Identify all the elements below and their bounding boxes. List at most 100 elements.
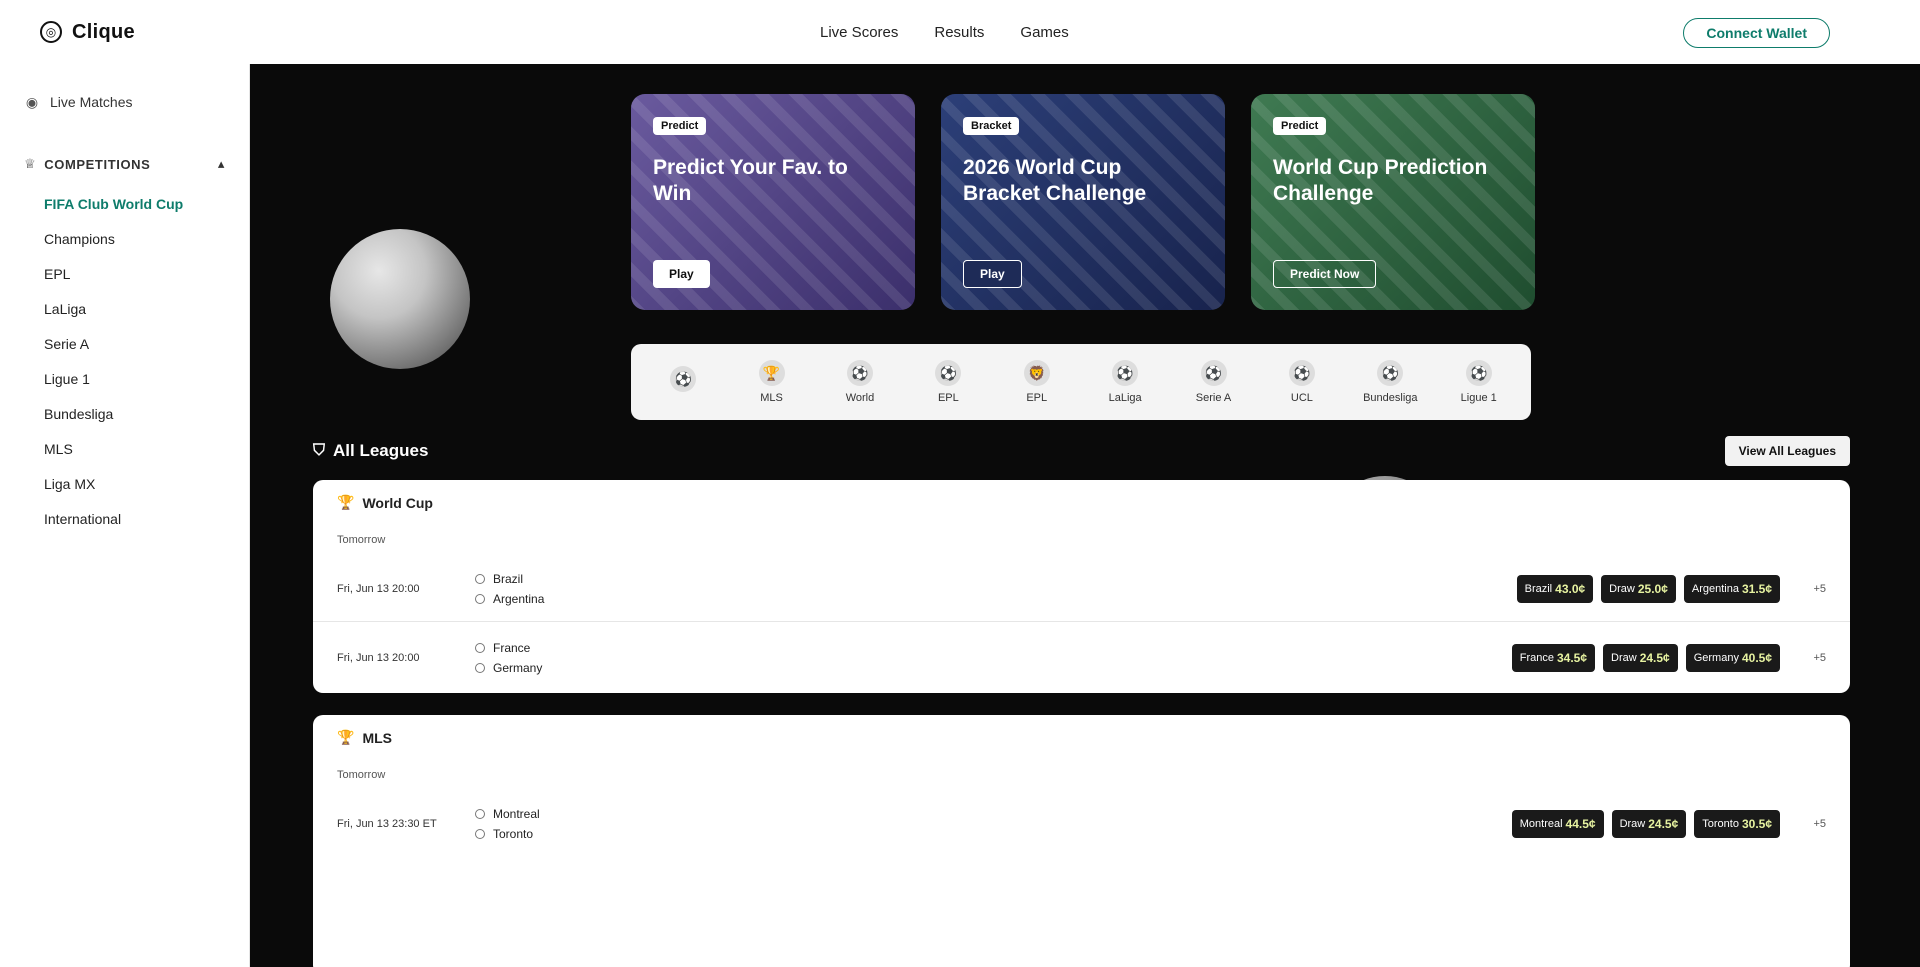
odds-button[interactable]: Germany 40.5¢	[1685, 643, 1780, 672]
trophy-icon: 🏆	[758, 360, 785, 386]
league-item[interactable]: ⚽ UCL	[1261, 360, 1343, 404]
connect-wallet-button[interactable]: Connect Wallet	[1683, 18, 1830, 48]
section-title: All Leagues	[333, 441, 429, 460]
league-label: UCL	[1290, 392, 1313, 404]
league-label: World	[845, 392, 875, 404]
card-title[interactable]: 🏆 World Cup	[337, 494, 433, 511]
team-row: Montreal	[475, 807, 540, 821]
sidebar-item-champions[interactable]: Champions	[24, 221, 225, 256]
odds-button[interactable]: Argentina 31.5¢	[1683, 575, 1780, 603]
team-row: Brazil	[475, 572, 544, 586]
odds-price: 24.5¢	[1639, 650, 1670, 665]
match-row[interactable]: Fri, Jun 13 23:30 ET Montreal Toronto Mo…	[313, 788, 1850, 860]
match-time: Fri, Jun 13 20:00	[337, 651, 420, 664]
odds-price: 44.5¢	[1565, 817, 1596, 831]
sidebar-item-ligue-1[interactable]: Ligue 1	[24, 361, 225, 396]
odds-button[interactable]: Draw 24.5¢	[1603, 643, 1678, 672]
league-card: 🏆 World Cup Tomorrow Fri, Jun 13 20:00 B…	[313, 480, 1850, 693]
card-date-group: Tomorrow	[337, 534, 386, 546]
promo-carousel: Predict Predict Your Fav. to Win Play Br…	[631, 94, 1535, 310]
promo-card[interactable]: Predict Predict Your Fav. to Win Play	[631, 94, 915, 310]
team-name: Montreal	[493, 807, 540, 821]
promo-predict-button[interactable]: Predict Now	[1273, 260, 1377, 288]
view-all-leagues-button[interactable]: View All Leagues	[1724, 436, 1850, 466]
odds-button[interactable]: Draw 25.0¢	[1601, 575, 1676, 603]
odds-price: 34.5¢	[1556, 650, 1588, 665]
odds-label: Toronto	[1702, 818, 1739, 830]
sidebar-item-liga-mx[interactable]: Liga MX	[24, 466, 225, 501]
sidebar-item-laliga[interactable]: LaLiga	[24, 291, 225, 326]
competitions-section-toggle[interactable]: ♕ COMPETITIONS ▴	[24, 152, 225, 176]
odds-group: Brazil 43.0¢ Draw 25.0¢ Argentina 31.5¢	[1516, 575, 1780, 603]
sidebar-item-epl[interactable]: EPL	[24, 256, 225, 291]
league-item[interactable]: 🏆 MLS	[731, 360, 813, 404]
league-item[interactable]: ⚽ Ligue 1	[1438, 360, 1520, 404]
team-crest-icon	[475, 574, 485, 584]
odds-price: 24.5¢	[1648, 817, 1679, 831]
card-date-group: Tomorrow	[337, 769, 386, 781]
sidebar-item-serie-a[interactable]: Serie A	[24, 326, 225, 361]
sidebar-item-international[interactable]: International	[24, 501, 225, 536]
sidebar-item-live-matches[interactable]: ◉ Live Matches	[24, 88, 225, 116]
league-item[interactable]: ⚽ EPL	[907, 360, 989, 404]
sidebar-item-club-world-cup[interactable]: FIFA Club World Cup	[24, 186, 225, 221]
league-label: EPL	[937, 392, 959, 404]
competitions-list: FIFA Club World Cup Champions EPL LaLiga…	[24, 186, 225, 536]
soccer-ball-icon: ⚽	[1112, 360, 1139, 386]
odds-button[interactable]: Brazil 43.0¢	[1516, 575, 1594, 603]
odds-button[interactable]: Montreal 44.5¢	[1511, 810, 1604, 838]
odds-group: France 34.5¢ Draw 24.5¢ Germany 40.5¢	[1511, 643, 1780, 672]
soccer-ball-icon: ⚽	[1200, 360, 1227, 386]
odds-label: Brazil	[1524, 583, 1553, 595]
promo-play-button[interactable]: Play	[653, 260, 710, 288]
odds-button[interactable]: France 34.5¢	[1511, 643, 1596, 672]
card-title[interactable]: 🏆 MLS	[337, 729, 392, 746]
team-name: Toronto	[493, 827, 534, 841]
top-nav: Live Scores Results Games	[820, 0, 1069, 64]
live-icon: ◉	[25, 93, 39, 110]
more-markets-link[interactable]: +5	[1780, 818, 1826, 830]
team-crest-icon	[475, 662, 485, 673]
odds-label: Argentina	[1691, 583, 1739, 595]
promo-card[interactable]: Bracket 2026 World Cup Bracket Challenge…	[941, 94, 1225, 310]
promo-play-button[interactable]: Play	[963, 260, 1022, 288]
league-item[interactable]: ⚽ World	[819, 360, 901, 404]
trophy-icon: 🏆	[337, 729, 355, 745]
team-crest-icon	[475, 642, 485, 653]
promo-title: Predict Your Fav. to Win	[653, 156, 848, 205]
league-label: LaLiga	[1108, 392, 1142, 404]
promo-card[interactable]: Predict World Cup Prediction Challenge P…	[1251, 94, 1535, 310]
nav-games[interactable]: Games	[1020, 24, 1068, 41]
league-item[interactable]: ⚽ LaLiga	[1084, 360, 1166, 404]
league-item[interactable]: ⚽ Bundesliga	[1349, 360, 1431, 404]
match-row[interactable]: Fri, Jun 13 20:00 Brazil Argentina Brazi…	[313, 553, 1850, 625]
soccer-ball-icon: ⚽	[670, 366, 697, 392]
sidebar-item-bundesliga[interactable]: Bundesliga	[24, 396, 225, 431]
sidebar-item-mls[interactable]: MLS	[24, 431, 225, 466]
team-row: France	[475, 641, 542, 655]
odds-button[interactable]: Draw 24.5¢	[1611, 810, 1687, 838]
odds-button[interactable]: Toronto 30.5¢	[1694, 810, 1780, 838]
nav-results[interactable]: Results	[934, 24, 984, 41]
league-item[interactable]: 🦁 EPL	[996, 360, 1078, 404]
promo-badge: Bracket	[963, 117, 1020, 135]
more-markets-link[interactable]: +5	[1780, 583, 1826, 595]
chevron-up-icon: ▴	[217, 156, 225, 171]
league-item[interactable]: ⚽ Serie A	[1173, 360, 1255, 404]
odds-label: Montreal	[1519, 818, 1563, 830]
league-label: Bundesliga	[1363, 392, 1418, 404]
match-teams: Montreal Toronto	[475, 807, 540, 841]
more-markets-link[interactable]: +5	[1780, 652, 1826, 664]
odds-price: 25.0¢	[1637, 582, 1668, 596]
promo-title: 2026 World Cup Bracket Challenge	[963, 156, 1147, 205]
team-row: Argentina	[475, 592, 544, 606]
match-row[interactable]: Fri, Jun 13 20:00 France Germany France 3…	[313, 621, 1850, 693]
team-name: France	[493, 640, 531, 655]
league-item[interactable]: ⚽	[642, 366, 724, 398]
match-time: Fri, Jun 13 20:00	[337, 583, 420, 595]
team-crest-icon	[475, 829, 485, 839]
brand[interactable]: ◎ Clique	[40, 21, 135, 44]
soccer-ball-icon: ⚽	[1288, 360, 1315, 386]
main-content: Predict Predict Your Fav. to Win Play Br…	[250, 64, 1920, 967]
nav-live-scores[interactable]: Live Scores	[820, 24, 898, 41]
